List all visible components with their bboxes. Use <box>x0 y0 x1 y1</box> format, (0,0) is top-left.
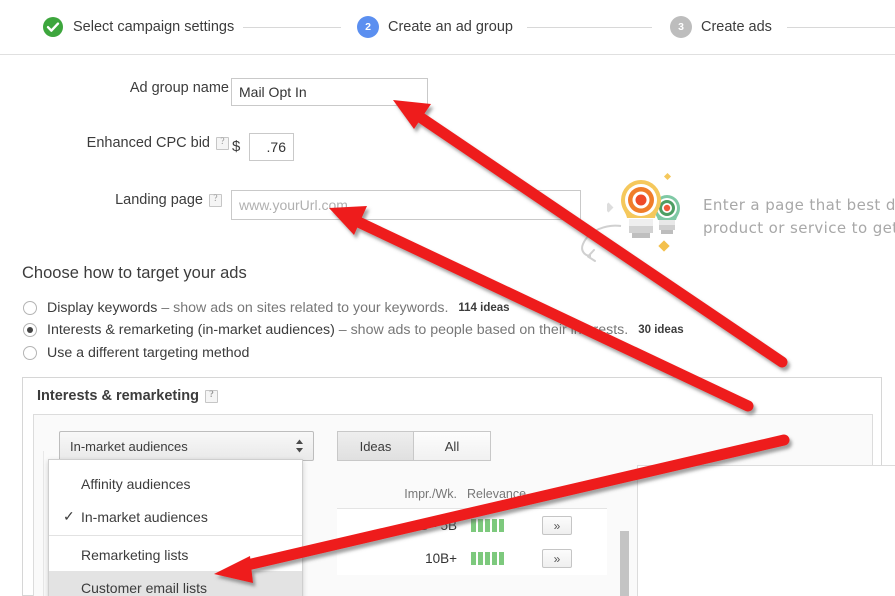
check-mark-icon <box>63 508 81 525</box>
selected-targets-pane <box>637 465 895 596</box>
note-line-1: Enter a page that best d <box>703 196 895 214</box>
enhanced-cpc-bid-label-group: Enhanced CPC bid ? <box>0 135 229 151</box>
step-number-badge-2: 2 <box>357 16 379 38</box>
audience-type-select[interactable]: In-market audiences <box>59 431 314 461</box>
radio-different-targeting-method[interactable] <box>23 346 37 360</box>
option-main-text: Interests & remarketing (in-market audie… <box>47 322 335 338</box>
cell-relevance-bars <box>457 552 542 565</box>
panel-title-text: Interests & remarketing <box>37 388 199 404</box>
wizard-step-2-label: Create an ad group <box>388 19 513 35</box>
wizard-step-1[interactable]: Select campaign settings <box>42 16 234 38</box>
targeting-option-display-keywords[interactable]: Display keywords – show ads on sites rel… <box>23 300 510 316</box>
dropdown-separator <box>49 535 302 536</box>
panel-title-group: Interests & remarketing ? <box>37 388 218 404</box>
targeting-section-heading: Choose how to target your ads <box>22 264 247 282</box>
row-expand-button[interactable]: » <box>542 549 572 568</box>
radio-label-display-keywords: Display keywords – show ads on sites rel… <box>47 300 448 316</box>
table-header-row: Impr./Wk. Relevance <box>337 473 607 509</box>
dropdown-item-label: Customer email lists <box>81 579 208 596</box>
dropdown-item-customer-email-lists[interactable]: Customer email lists <box>49 571 302 596</box>
step-connector-2 <box>527 27 652 28</box>
curved-pointer-icon <box>581 224 622 262</box>
handwritten-annotation-note: Enter a page that best d product or serv… <box>703 194 895 241</box>
audience-type-dropdown-menu: Affinity audiences In-market audiences R… <box>48 459 303 596</box>
help-icon-landing-page[interactable]: ? <box>209 193 222 207</box>
table-scrollbar-thumb[interactable] <box>620 531 629 596</box>
targeting-option-different-method[interactable]: Use a different targeting method <box>23 345 249 361</box>
table-scrollbar[interactable] <box>620 531 629 596</box>
dropdown-item-label: In-market audiences <box>81 508 208 525</box>
enhanced-cpc-bid-input[interactable] <box>249 133 294 161</box>
dropdown-item-label: Affinity audiences <box>81 475 191 492</box>
help-icon-panel[interactable]: ? <box>204 389 218 403</box>
cell-impressions: 1B - 5B <box>411 518 457 533</box>
ad-group-name-label-group: Ad group name <box>0 80 229 96</box>
help-icon-cpc-bid[interactable]: ? <box>216 136 229 150</box>
radio-interests-remarketing[interactable] <box>23 323 37 337</box>
dropdown-item-remarketing-lists[interactable]: Remarketing lists <box>49 538 302 571</box>
radio-display-keywords[interactable] <box>23 301 37 315</box>
table-row[interactable]: 10B+ » <box>337 542 607 575</box>
wizard-step-3[interactable]: 3 Create ads <box>670 16 772 38</box>
radio-label-interests-remarketing: Interests & remarketing (in-market audie… <box>47 322 628 338</box>
tab-all[interactable]: All <box>414 431 491 461</box>
wizard-step-3-label: Create ads <box>701 19 772 35</box>
ideas-all-tab-group: Ideas All <box>337 431 491 461</box>
cell-impressions: 10B+ <box>425 551 457 566</box>
option-main-text: Display keywords <box>47 300 158 316</box>
ad-group-name-input[interactable] <box>231 78 428 106</box>
option-main-text: Use a different targeting method <box>47 345 250 361</box>
wizard-step-1-label: Select campaign settings <box>73 19 235 35</box>
tab-ideas[interactable]: Ideas <box>337 431 414 461</box>
audience-type-select-value: In-market audiences <box>70 438 188 454</box>
panel-left-rail <box>34 451 44 596</box>
row-expand-button[interactable]: » <box>542 516 572 535</box>
radio-label-different-targeting-method: Use a different targeting method <box>47 345 249 361</box>
cell-relevance-bars <box>457 519 542 532</box>
lightbulb-target-icon <box>603 168 697 258</box>
enhanced-cpc-bid-label: Enhanced CPC bid <box>86 135 210 151</box>
dropdown-item-label: Remarketing lists <box>81 546 189 563</box>
dropdown-item-affinity-audiences[interactable]: Affinity audiences <box>49 467 302 500</box>
step-connector-3 <box>787 27 895 28</box>
wizard-step-header: Select campaign settings 2 Create an ad … <box>0 0 895 55</box>
updown-arrows-icon <box>295 439 304 454</box>
currency-symbol: $ <box>232 138 241 155</box>
targeting-option-interests-remarketing[interactable]: Interests & remarketing (in-market audie… <box>23 322 684 338</box>
check-circle-icon <box>42 16 64 38</box>
step-connector-1 <box>243 27 341 28</box>
column-header-relevance: Relevance <box>467 487 527 501</box>
option-rest-text: – show ads to people based on their inte… <box>334 322 629 338</box>
wizard-step-2[interactable]: 2 Create an ad group <box>357 16 513 38</box>
dropdown-item-in-market-audiences[interactable]: In-market audiences <box>49 500 302 533</box>
step-number-badge-3: 3 <box>670 16 692 38</box>
table-row[interactable]: 1B - 5B » <box>337 509 607 542</box>
option-rest-text: – show ads on sites related to your keyw… <box>157 300 449 316</box>
landing-page-input[interactable] <box>231 190 581 220</box>
ideas-count-interests-remarketing: 30 ideas <box>638 324 684 336</box>
landing-page-label: Landing page <box>115 192 203 208</box>
ad-group-name-label: Ad group name <box>129 80 229 96</box>
audience-results-table: Impr./Wk. Relevance 1B - 5B » 10B+ » <box>337 473 607 575</box>
screenshot-root: Select campaign settings 2 Create an ad … <box>0 0 895 596</box>
column-header-impressions: Impr./Wk. <box>404 487 457 501</box>
ideas-count-display-keywords: 114 ideas <box>458 302 510 314</box>
landing-page-label-group: Landing page ? <box>0 192 222 208</box>
note-line-2: product or service to get <box>703 219 895 238</box>
